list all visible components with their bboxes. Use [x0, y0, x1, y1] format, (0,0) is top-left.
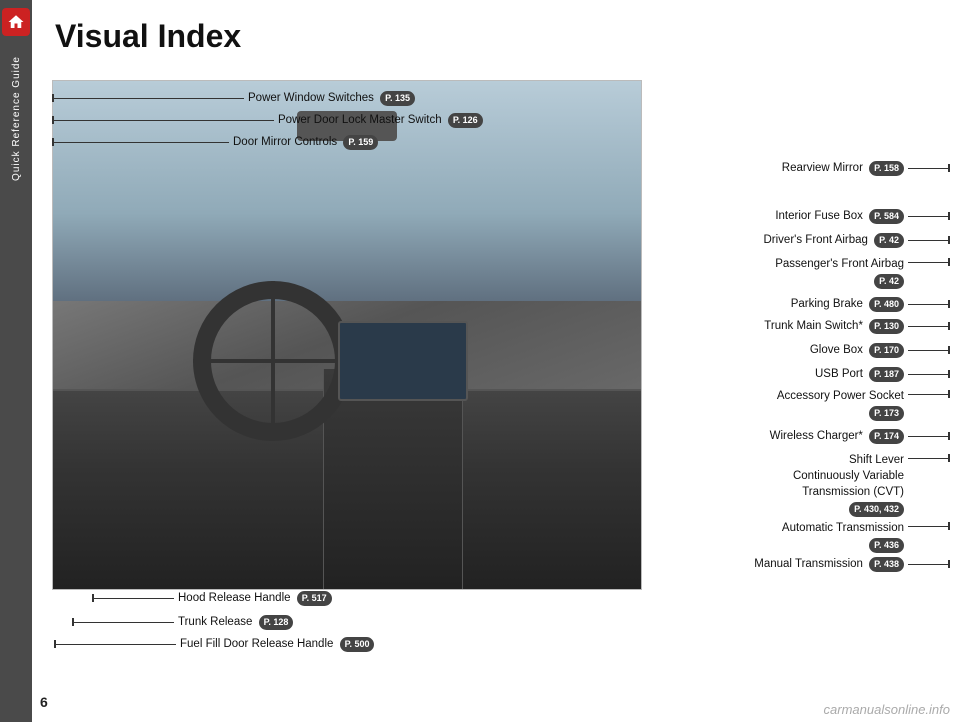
ann-driver-airbag: Driver's Front Airbag P. 42: [763, 232, 950, 248]
ann-passenger-airbag-label: Passenger's Front AirbagP. 42: [775, 256, 904, 289]
main-content: Power Window Switches P. 135 Power Door …: [32, 60, 960, 700]
ann-trunk-switch: Trunk Main Switch* P. 130: [764, 318, 950, 334]
ann-trunk-switch-label: Trunk Main Switch* P. 130: [764, 318, 904, 334]
ann-power-door-lock: Power Door Lock Master Switch P. 126: [52, 112, 483, 128]
ann-trunk-release: Trunk Release P. 128: [72, 614, 293, 630]
ann-hood-release-label: Hood Release Handle P. 517: [178, 590, 332, 606]
ann-rearview-label: Rearview Mirror P. 158: [782, 160, 904, 176]
ann-glove-box: Glove Box P. 170: [810, 342, 950, 358]
ann-fuse-box-label: Interior Fuse Box P. 584: [775, 208, 904, 224]
ann-usb-port: USB Port P. 187: [815, 366, 950, 382]
watermark: carmanualsonline.info: [824, 702, 950, 717]
ann-parking-brake-label: Parking Brake P. 480: [791, 296, 904, 312]
ann-trunk-release-label: Trunk Release P. 128: [178, 614, 293, 630]
ann-fuel-fill: Fuel Fill Door Release Handle P. 500: [54, 636, 374, 652]
home-icon[interactable]: [2, 8, 30, 36]
ann-hood-release: Hood Release Handle P. 517: [92, 590, 332, 606]
ann-auto-transmission: Automatic Transmission P. 436: [782, 520, 950, 553]
car-image: [52, 80, 642, 590]
page-number: 6: [40, 694, 48, 710]
ann-manual-transmission-label: Manual Transmission P. 438: [754, 556, 904, 572]
sidebar-label: Quick Reference Guide: [11, 56, 22, 181]
ann-wireless-charger: Wireless Charger* P. 174: [770, 428, 950, 444]
ann-door-mirror-label: Door Mirror Controls P. 159: [233, 134, 378, 150]
page-title: Visual Index: [55, 18, 241, 55]
ann-auto-transmission-label: Automatic Transmission P. 436: [782, 520, 904, 553]
ann-wireless-charger-label: Wireless Charger* P. 174: [770, 428, 904, 444]
ann-parking-brake: Parking Brake P. 480: [791, 296, 950, 312]
ann-usb-port-label: USB Port P. 187: [815, 366, 904, 382]
ann-rearview: Rearview Mirror P. 158: [782, 160, 950, 176]
ann-door-mirror: Door Mirror Controls P. 159: [52, 134, 378, 150]
ann-power-door-lock-label: Power Door Lock Master Switch P. 126: [278, 112, 483, 128]
ann-accessory-socket: Accessory Power SocketP. 173: [777, 388, 950, 421]
ann-power-window: Power Window Switches P. 135: [52, 90, 415, 106]
ann-fuel-fill-label: Fuel Fill Door Release Handle P. 500: [180, 636, 374, 652]
sidebar: Quick Reference Guide: [0, 0, 32, 722]
ann-passenger-airbag: Passenger's Front AirbagP. 42: [775, 256, 950, 289]
ann-shift-lever-cvt: Shift LeverContinuously VariableTransmis…: [793, 452, 950, 517]
ann-accessory-socket-label: Accessory Power SocketP. 173: [777, 388, 904, 421]
ann-glove-box-label: Glove Box P. 170: [810, 342, 904, 358]
ann-manual-transmission: Manual Transmission P. 438: [754, 556, 950, 572]
ann-fuse-box: Interior Fuse Box P. 584: [775, 208, 950, 224]
ann-shift-lever-cvt-label: Shift LeverContinuously VariableTransmis…: [793, 452, 904, 517]
ann-power-window-label: Power Window Switches P. 135: [248, 90, 415, 106]
ann-driver-airbag-label: Driver's Front Airbag P. 42: [763, 232, 904, 248]
